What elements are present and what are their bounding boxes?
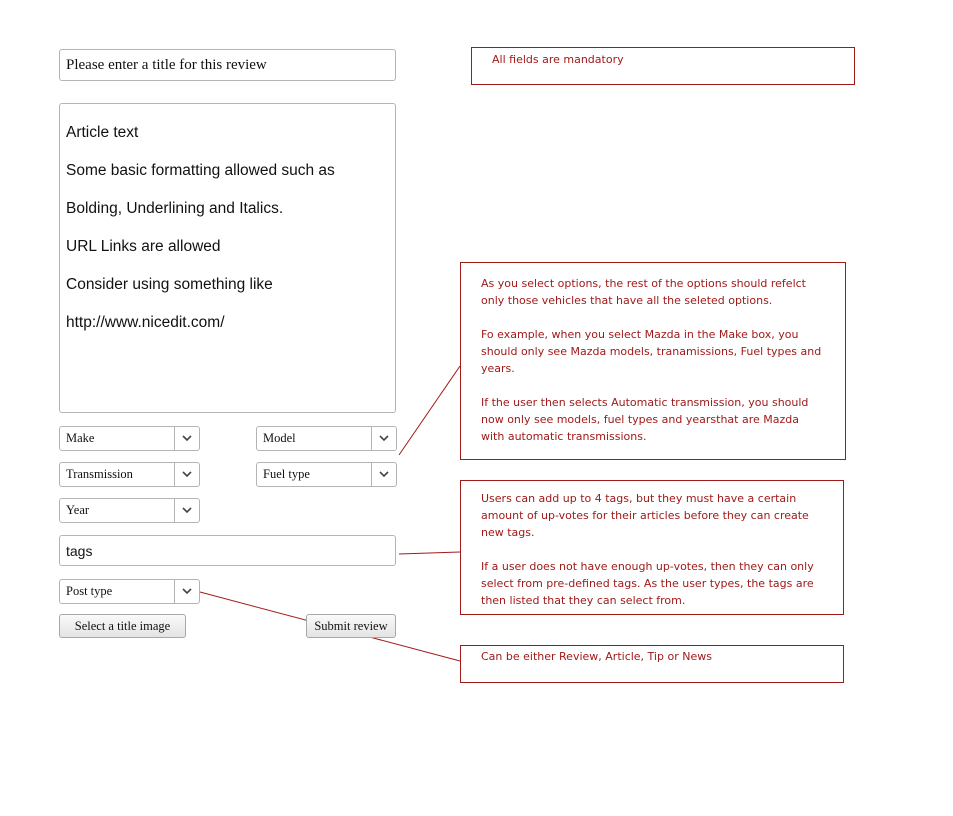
article-line: http://www.nicedit.com/ bbox=[66, 314, 225, 331]
chevron-down-icon bbox=[182, 507, 192, 514]
transmission-select-value: Transmission bbox=[66, 467, 133, 481]
note-options-filter: As you select options, the rest of the o… bbox=[460, 262, 846, 460]
model-select[interactable]: Model bbox=[256, 426, 397, 451]
note-tags-paragraph: Users can add up to 4 tags, but they mus… bbox=[481, 492, 809, 539]
transmission-select[interactable]: Transmission bbox=[59, 462, 200, 487]
connector-tags bbox=[398, 551, 461, 555]
review-title-input[interactable]: Please enter a title for this review bbox=[59, 49, 396, 81]
note-tags-paragraph: If a user does not have enough up-votes,… bbox=[481, 560, 814, 607]
post-type-select-value: Post type bbox=[66, 584, 113, 598]
chevron-down-icon bbox=[182, 471, 192, 478]
model-select-value: Model bbox=[263, 431, 296, 445]
article-line: Consider using something like bbox=[66, 276, 273, 293]
make-dropdown-arrow[interactable] bbox=[174, 427, 199, 450]
model-dropdown-arrow[interactable] bbox=[371, 427, 396, 450]
note-post-type: Can be either Review, Article, Tip or Ne… bbox=[460, 645, 844, 683]
submit-review-button[interactable]: Submit review bbox=[306, 614, 396, 638]
review-title-placeholder: Please enter a title for this review bbox=[66, 57, 267, 73]
note-options-paragraph: Fo example, when you select Mazda in the… bbox=[481, 328, 822, 375]
connector-options bbox=[398, 365, 461, 456]
note-options-paragraph: If the user then selects Automatic trans… bbox=[481, 396, 809, 443]
post-type-select[interactable]: Post type bbox=[59, 579, 200, 604]
chevron-down-icon bbox=[379, 435, 389, 442]
note-options-paragraph: As you select options, the rest of the o… bbox=[481, 277, 806, 307]
note-tags: Users can add up to 4 tags, but they mus… bbox=[460, 480, 844, 615]
tags-input[interactable]: tags bbox=[59, 535, 396, 566]
select-title-image-button[interactable]: Select a title image bbox=[59, 614, 186, 638]
note-post-type-text: Can be either Review, Article, Tip or Ne… bbox=[481, 650, 712, 663]
tags-placeholder: tags bbox=[66, 543, 93, 559]
year-select[interactable]: Year bbox=[59, 498, 200, 523]
year-dropdown-arrow[interactable] bbox=[174, 499, 199, 522]
fuel-type-select-value: Fuel type bbox=[263, 467, 310, 481]
post-type-dropdown-arrow[interactable] bbox=[174, 580, 199, 603]
article-text-editor[interactable]: Article text Some basic formatting allow… bbox=[59, 103, 396, 413]
transmission-dropdown-arrow[interactable] bbox=[174, 463, 199, 486]
article-line: Article text bbox=[66, 124, 139, 141]
fuel-type-select[interactable]: Fuel type bbox=[256, 462, 397, 487]
article-line: Bolding, Underlining and Italics. bbox=[66, 200, 284, 217]
article-line: URL Links are allowed bbox=[66, 238, 221, 255]
fuel-type-dropdown-arrow[interactable] bbox=[371, 463, 396, 486]
chevron-down-icon bbox=[182, 588, 192, 595]
make-select[interactable]: Make bbox=[59, 426, 200, 451]
note-mandatory: All fields are mandatory bbox=[471, 47, 855, 85]
article-line: Some basic formatting allowed such as bbox=[66, 162, 335, 179]
chevron-down-icon bbox=[182, 435, 192, 442]
note-mandatory-text: All fields are mandatory bbox=[492, 53, 624, 66]
chevron-down-icon bbox=[379, 471, 389, 478]
year-select-value: Year bbox=[66, 503, 90, 517]
make-select-value: Make bbox=[66, 431, 95, 445]
